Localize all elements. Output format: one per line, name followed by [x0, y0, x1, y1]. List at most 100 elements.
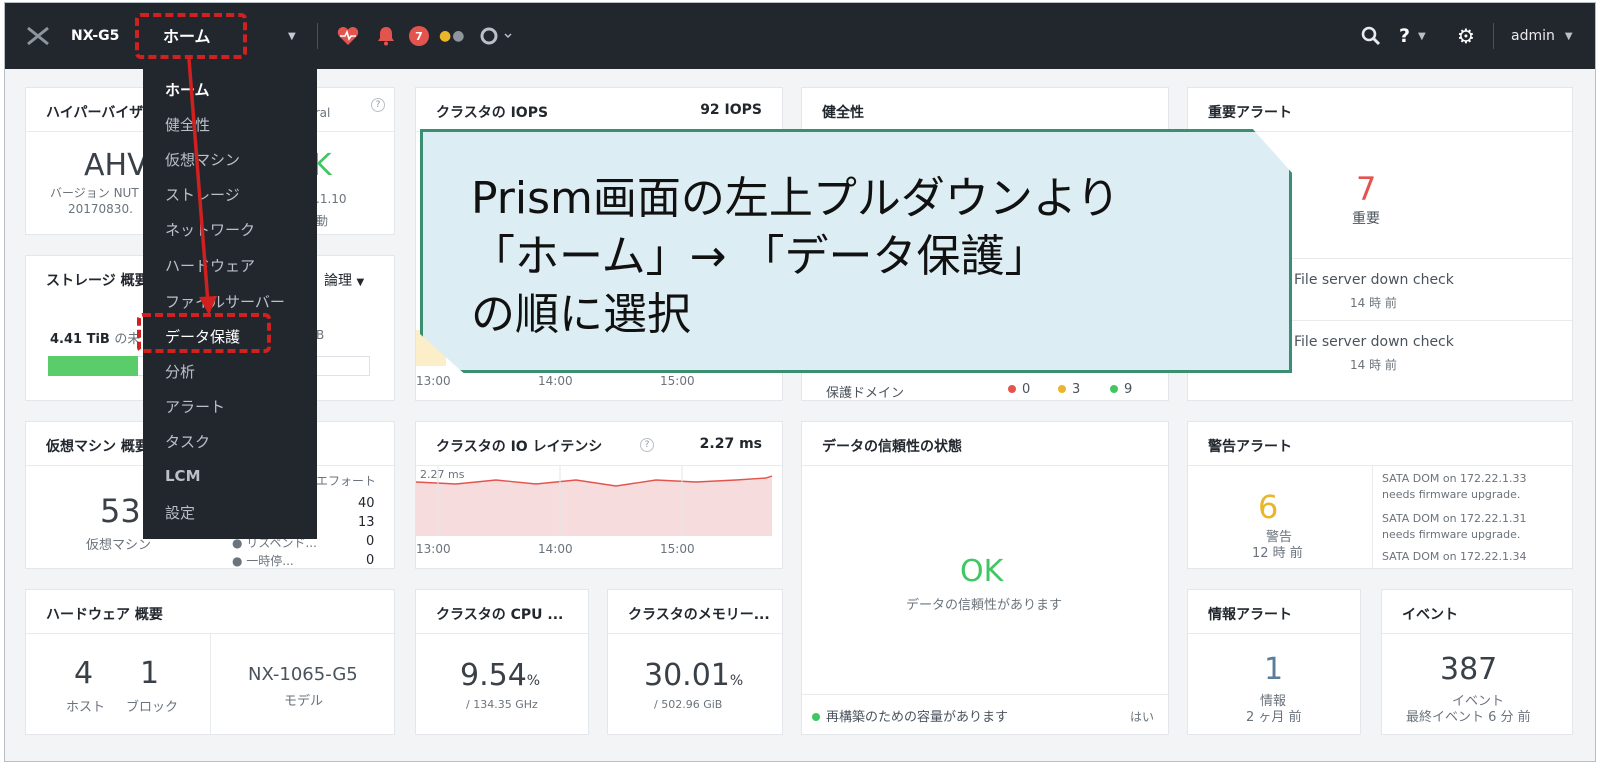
gear-icon[interactable]: ⚙ — [1457, 3, 1475, 69]
callout-line: 「ホーム」→ 「データ保護」 — [471, 231, 1049, 282]
hardware-summary-widget: ハードウェア 概要 4 ホスト 1 ブロック NX-1065-G5 モデル — [25, 589, 395, 735]
widget-title: 警告アラート — [1208, 439, 1292, 455]
protection-domain-label[interactable]: 保護ドメイン — [826, 382, 904, 400]
callout-line: の順に選択 — [471, 289, 691, 340]
critical-label: 重要 — [1352, 211, 1380, 227]
info-time: 2 ヶ月 前 — [1246, 710, 1302, 725]
host-label: ホスト — [66, 700, 106, 715]
menu-item-lcm[interactable]: LCM — [165, 467, 201, 485]
effort-label: エフォート — [316, 474, 377, 488]
widget-title: 情報アラート — [1208, 607, 1292, 623]
alert-item-text[interactable]: File server down check — [1294, 334, 1454, 350]
menu-item-tasks[interactable]: タスク — [165, 431, 210, 452]
time-tick: 14:00 — [538, 542, 573, 556]
menu-item-analysis[interactable]: 分析 — [165, 361, 195, 382]
time-tick: 15:00 — [660, 374, 695, 388]
resiliency-status: OK — [960, 554, 1004, 589]
event-count[interactable]: 387 — [1440, 652, 1497, 687]
warning-alert-item[interactable]: SATA DOM on 172.22.1.31 — [1382, 512, 1527, 525]
warning-alert-item-detail: needs firmware upgrade. — [1382, 528, 1521, 541]
time-tick: 14:00 — [538, 374, 573, 388]
widget-title: 重要アラート — [1208, 105, 1292, 121]
warning-count[interactable]: 3 — [1058, 382, 1080, 397]
widget-title: 健全性 — [822, 105, 864, 121]
cpu-capacity: / 134.35 GHz — [466, 698, 538, 711]
widget-title: ハードウェア 概要 — [46, 607, 163, 623]
storage-view-dropdown[interactable]: 論理 ▼ — [324, 270, 364, 290]
widget-title: クラスタの IOPS — [436, 105, 549, 121]
data-resiliency-widget: データの信頼性の状態 OK データの信頼性があります 再構築のための容量がありま… — [801, 421, 1169, 735]
resiliency-subtitle: データの信頼性があります — [906, 598, 1063, 613]
warning-alert-item-detail: needs firmware upgrade. — [1382, 488, 1521, 501]
critical-count[interactable]: 0 — [1008, 382, 1030, 397]
widget-title: イベント — [1402, 607, 1458, 623]
callout-line: Prism画面の左上プルダウンより — [471, 173, 1120, 224]
menu-item-alerts[interactable]: アラート — [165, 396, 225, 417]
help-icon[interactable]: ? ▼ — [1399, 3, 1426, 69]
help-circle-icon[interactable]: ? — [640, 438, 654, 452]
vm-count[interactable]: 53 — [100, 492, 141, 530]
alert-item-text[interactable]: File server down check — [1294, 272, 1454, 288]
time-tick: 13:00 — [416, 542, 451, 556]
rebuild-capacity-answer: はい — [1130, 710, 1155, 724]
bell-icon[interactable] — [377, 3, 395, 69]
widget-title: クラスタの CPU ... — [436, 607, 564, 623]
block-count[interactable]: 1 — [140, 656, 159, 691]
cluster-cpu-widget: クラスタの CPU ... 9.54% / 134.35 GHz — [415, 589, 589, 735]
divider — [1493, 23, 1494, 49]
warning-alert-item[interactable]: SATA DOM on 172.22.1.34 — [1382, 550, 1527, 563]
search-icon[interactable] — [1361, 3, 1381, 69]
info-alerts-widget: 情報アラート 1 情報 2 ヶ月 前 — [1187, 589, 1361, 735]
time-tick: 13:00 — [416, 374, 451, 388]
username: admin — [1511, 28, 1555, 44]
rebuild-capacity-status: 再構築のための容量があります — [812, 706, 1008, 725]
warning-time: 12 時 前 — [1252, 546, 1303, 561]
vm-stat: 40 — [358, 496, 375, 511]
warning-alert-item[interactable]: SATA DOM on 172.22.1.33 — [1382, 472, 1527, 485]
vm-stat: 0 — [366, 534, 375, 549]
model-label: モデル — [284, 694, 324, 709]
divider — [317, 23, 318, 49]
block-label: ブロック — [126, 700, 179, 715]
vm-stat: 13 — [358, 515, 375, 530]
good-count[interactable]: 9 — [1110, 382, 1132, 397]
io-latency-widget: クラスタの IO レイテンシ ? 2.27 ms 2.27 ms 13:00 1… — [415, 421, 783, 569]
memory-capacity: / 502.96 GiB — [654, 698, 723, 711]
host-count[interactable]: 4 — [74, 656, 93, 691]
alert-count-badge[interactable]: 7 — [409, 26, 429, 46]
instruction-callout: Prism画面の左上プルダウンより 「ホーム」→ 「データ保護」 の順に選択 — [420, 129, 1292, 373]
model-name: NX-1065-G5 — [248, 664, 358, 685]
latency-value: 2.27 ms — [699, 436, 762, 452]
nos-version: .1.10 — [316, 192, 347, 206]
cluster-memory-widget: クラスタのメモリー... 30.01% / 502.96 GiB — [607, 589, 783, 735]
iops-value: 92 IOPS — [700, 102, 762, 118]
prism-window: NX-G5 ホーム ▼ 7 ● ● ? ▼ ⚙ admin ▼ ハイパーバイザ tra… — [4, 2, 1596, 762]
chevron-down-icon[interactable]: ▼ — [288, 3, 296, 69]
user-menu[interactable]: admin ▼ — [1511, 3, 1573, 69]
health-heart-icon[interactable] — [337, 3, 359, 69]
critical-alert-count[interactable]: 7 — [1356, 170, 1376, 208]
events-widget: イベント 387 イベント 最終イベント 6 分 前 — [1381, 589, 1573, 735]
task-ring-icon[interactable] — [479, 3, 515, 69]
last-event-time: 最終イベント 6 分 前 — [1406, 710, 1531, 725]
storage-usage-fill — [48, 356, 138, 376]
warning-alert-count[interactable]: 6 — [1258, 488, 1278, 526]
help-circle-icon[interactable]: ? — [371, 98, 385, 112]
memory-usage: 30.01% — [644, 658, 744, 693]
alert-status-dots[interactable]: ● ● — [439, 3, 465, 69]
info-alert-count[interactable]: 1 — [1264, 652, 1283, 687]
storage-partial: B — [316, 328, 325, 342]
menu-item-settings[interactable]: 設定 — [165, 502, 195, 523]
widget-title: 仮想マシン 概要 — [46, 439, 149, 455]
widget-title: クラスタのメモリー... — [628, 607, 770, 623]
time-tick: 15:00 — [660, 542, 695, 556]
nos-status: 動 — [316, 214, 329, 228]
alert-item-time: 14 時 前 — [1350, 296, 1397, 310]
cpu-usage: 9.54% — [460, 658, 541, 693]
vm-stat: 0 — [366, 553, 375, 568]
vm-stat-label: ● 一時停... — [232, 554, 294, 568]
annotation-arrow — [5, 3, 265, 333]
alert-item-time: 14 時 前 — [1350, 358, 1397, 372]
vm-count-label: 仮想マシン — [86, 538, 152, 553]
widget-title: クラスタの IO レイテンシ — [436, 439, 603, 455]
